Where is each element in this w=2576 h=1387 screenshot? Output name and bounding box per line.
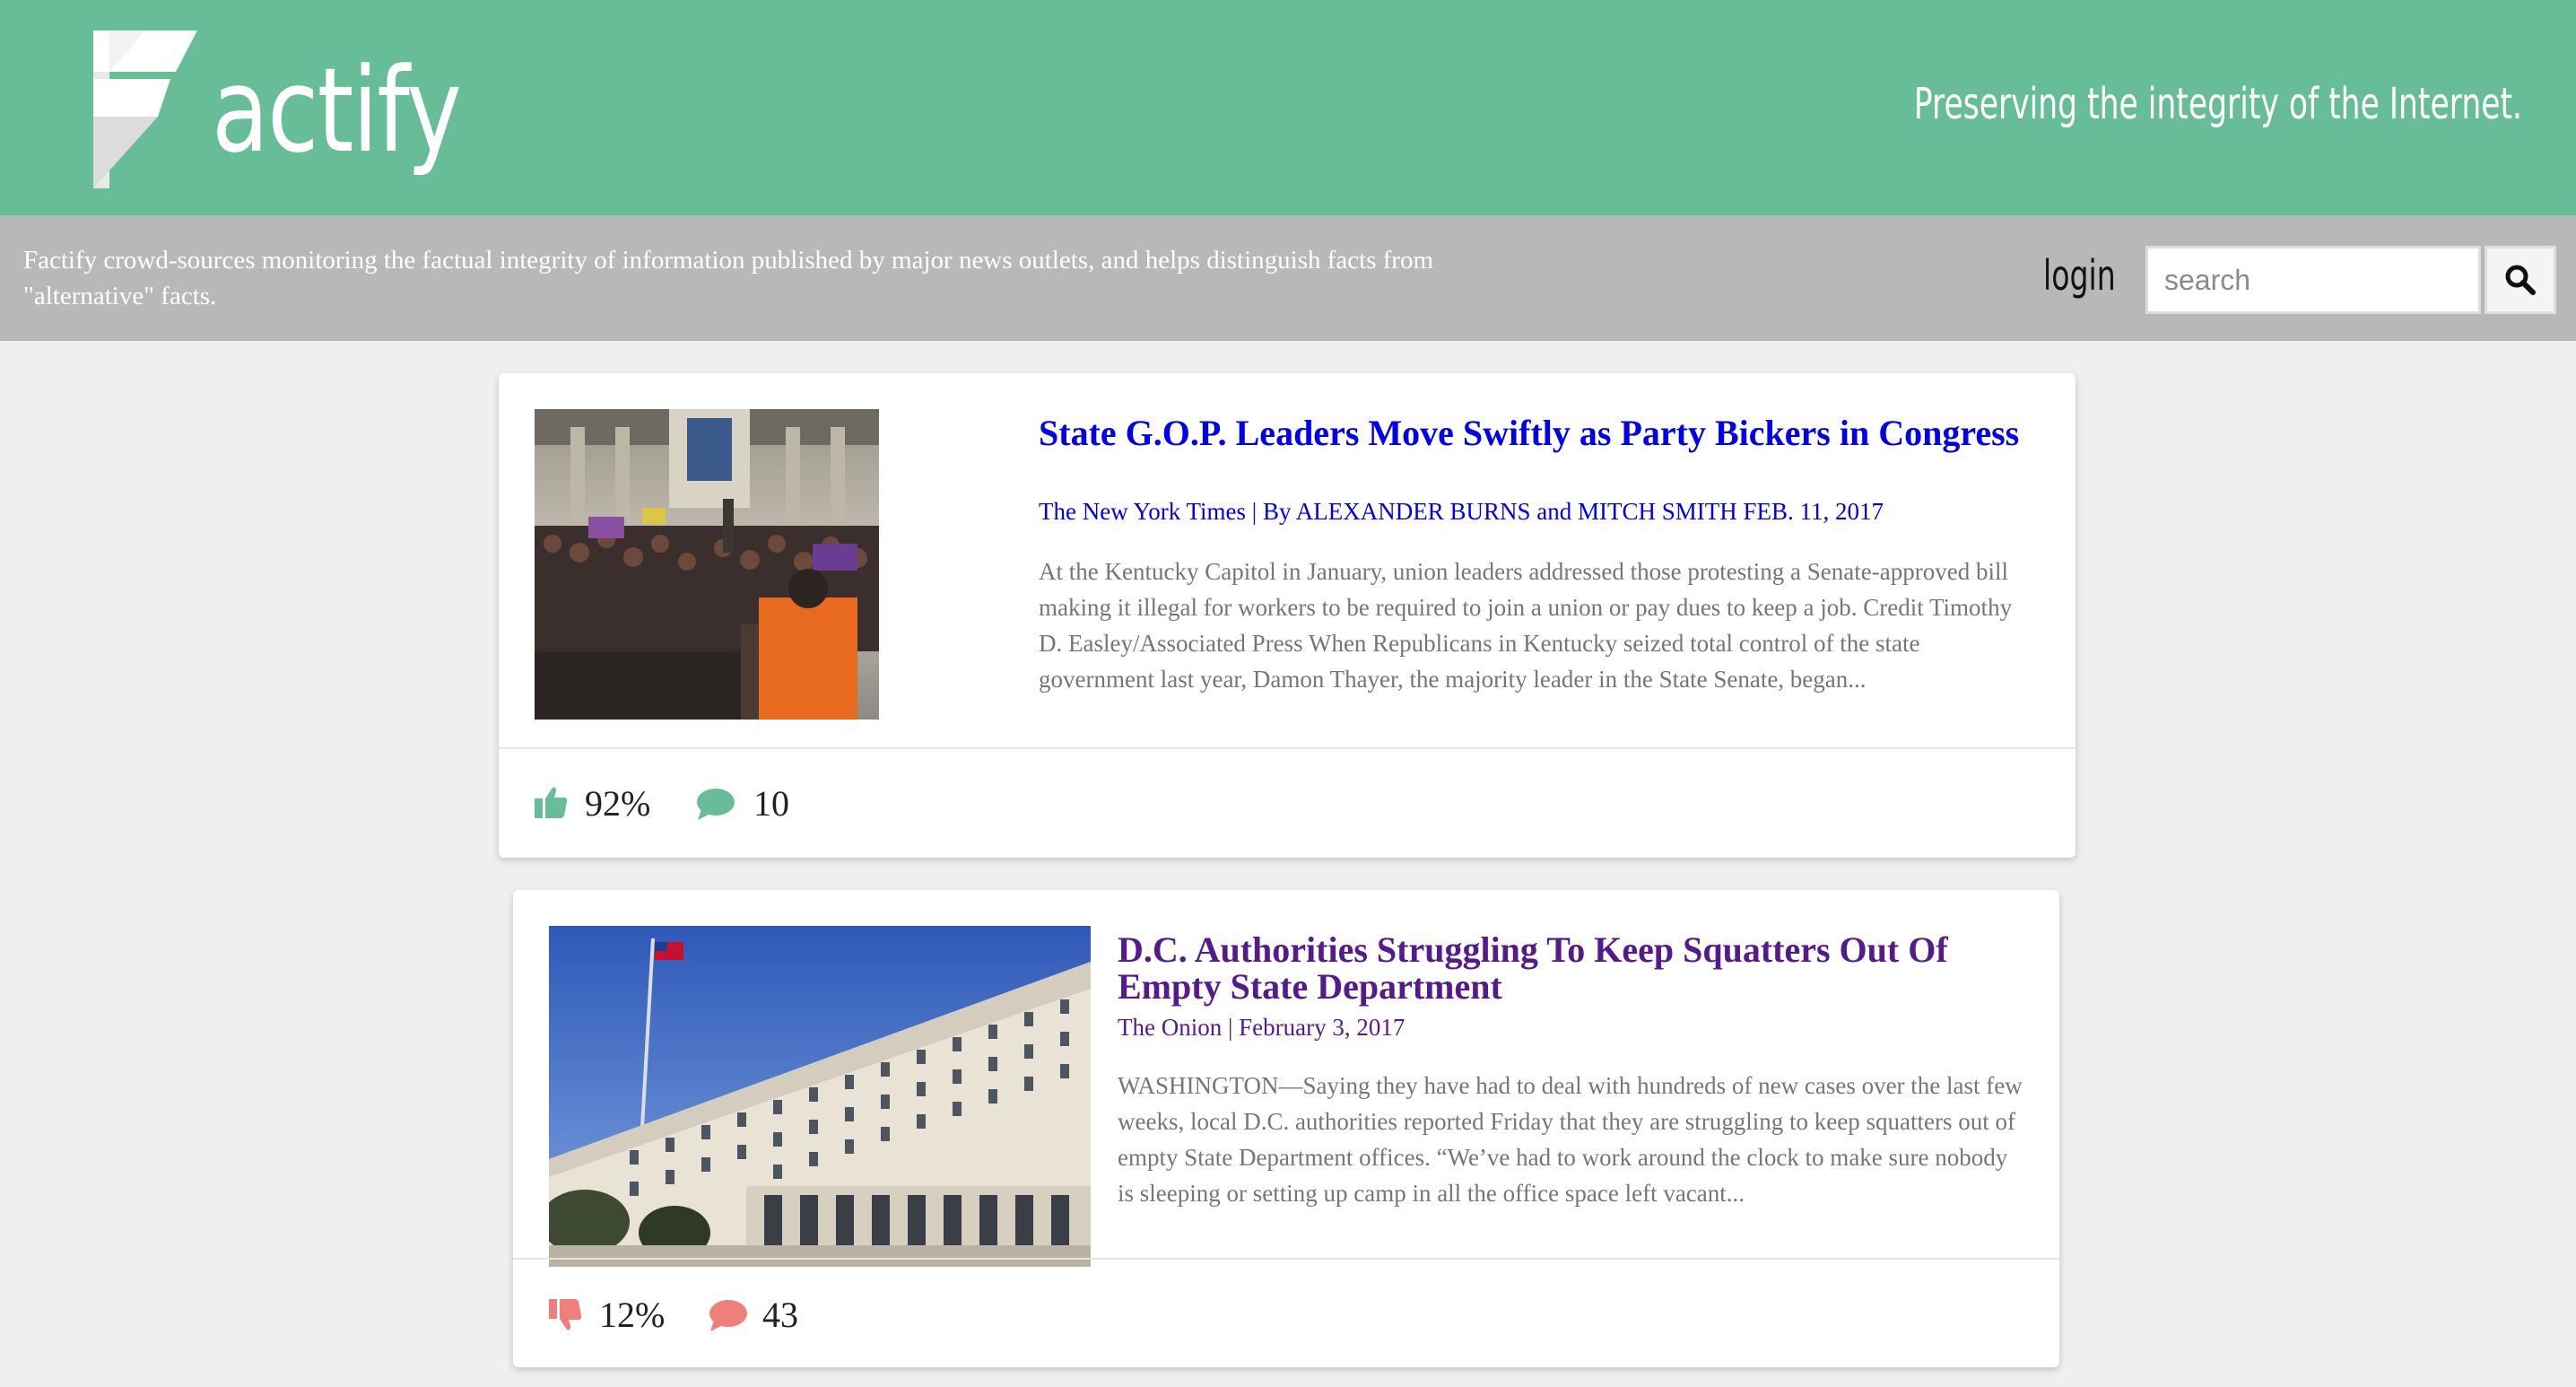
logo-wordmark: actify <box>212 42 462 179</box>
search-input[interactable] <box>2145 246 2481 314</box>
article-image[interactable] <box>549 926 1091 1267</box>
thumbs-up-icon[interactable] <box>533 784 569 820</box>
site-header: actify Preserving the integrity of the I… <box>0 0 2576 215</box>
search-button[interactable] <box>2485 246 2556 314</box>
search-icon <box>2505 265 2536 295</box>
mission-statement: Factify crowd-sources monitoring the fac… <box>23 246 1434 310</box>
state-department-building-image <box>549 926 1091 1267</box>
article-card[interactable]: State G.O.P. Leaders Move Swiftly as Par… <box>499 373 2076 858</box>
thumbs-down-icon[interactable] <box>547 1297 583 1333</box>
comment-count: 10 <box>753 783 789 824</box>
rating-percent: 12% <box>599 1295 666 1335</box>
article-snippet: WASHINGTON—Saying they have had to deal … <box>1118 1072 2023 1207</box>
article-title[interactable]: D.C. Authorities Struggling To Keep Squa… <box>1118 931 2023 1005</box>
article-source[interactable]: The Onion | February 3, 2017 <box>1118 1012 1405 1042</box>
rating-percent: 92% <box>585 783 651 824</box>
factify-logo-icon <box>93 31 197 188</box>
article-image[interactable] <box>535 409 879 720</box>
site-tagline: Preserving the integrity of the Internet… <box>1913 79 2522 129</box>
comment-icon[interactable] <box>696 788 735 822</box>
site-logo[interactable]: actify <box>93 31 488 192</box>
card-divider <box>513 1258 2059 1260</box>
protest-crowd-image <box>535 409 879 720</box>
comment-icon[interactable] <box>709 1299 748 1333</box>
mission-bar: Factify crowd-sources monitoring the fac… <box>0 215 2576 341</box>
article-title[interactable]: State G.O.P. Leaders Move Swiftly as Par… <box>1039 414 2034 451</box>
comment-count: 43 <box>762 1295 798 1335</box>
login-link[interactable]: login <box>2043 251 2116 300</box>
article-source[interactable]: The New York Times | By ALEXANDER BURNS … <box>1039 496 1884 527</box>
card-divider <box>499 747 2076 749</box>
article-card[interactable]: D.C. Authorities Struggling To Keep Squa… <box>513 890 2059 1367</box>
article-snippet: At the Kentucky Capitol in January, unio… <box>1039 558 2013 693</box>
